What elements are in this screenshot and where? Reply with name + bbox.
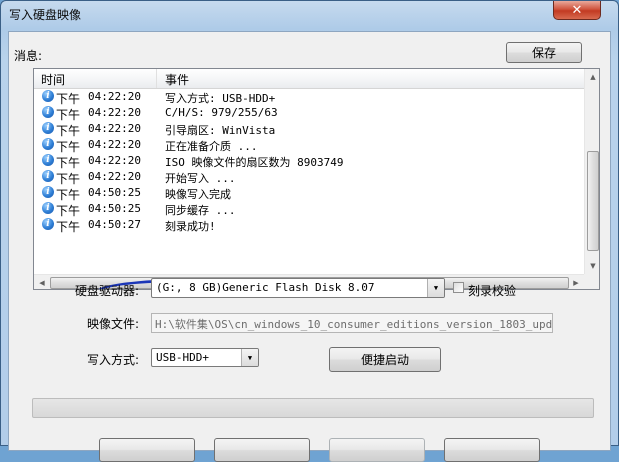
log-row[interactable]: i 下午 04:22:20 开始写入 ... <box>34 169 584 186</box>
log-row[interactable]: i 下午 04:50:25 同步缓存 ... <box>34 201 584 218</box>
log-event: 开始写入 ... <box>165 172 236 185</box>
log-event: ISO 映像文件的扇区数为 8903749 <box>165 156 344 169</box>
image-file-label: 映像文件: <box>87 317 140 331</box>
info-icon: i <box>42 106 54 118</box>
dialog-client-area: 消息: 保存 时间 事件 i 下午 04:22:20 写入方式: USB-HDD+ i 下… <box>8 31 611 462</box>
vertical-scrollbar[interactable]: ▲ ▼ <box>584 69 599 274</box>
vertical-scroll-thumb[interactable] <box>587 151 599 251</box>
drive-select-value: (G:, 8 GB)Generic Flash Disk 8.07 <box>156 281 375 294</box>
log-rows: i 下午 04:22:20 写入方式: USB-HDD+ i 下午 04:22:20 C/H/… <box>34 89 584 234</box>
quick-boot-button[interactable]: 便捷启动 <box>329 347 441 372</box>
info-icon: i <box>42 90 54 102</box>
bottom-button-4[interactable] <box>444 438 540 462</box>
column-header-time[interactable]: 时间 <box>41 71 65 88</box>
scroll-down-icon[interactable]: ▼ <box>585 258 599 274</box>
log-time: 04:22:20 <box>88 170 141 183</box>
log-time: 04:22:20 <box>88 122 141 135</box>
scroll-up-icon[interactable]: ▲ <box>585 69 599 85</box>
scroll-left-icon[interactable]: ◀ <box>34 275 50 289</box>
log-event: 写入方式: USB-HDD+ <box>165 92 276 105</box>
log-row[interactable]: i 下午 04:22:20 引导扇区: WinVista <box>34 121 584 138</box>
column-header-event[interactable]: 事件 <box>165 71 189 88</box>
close-button[interactable]: ✕ <box>553 1 601 20</box>
info-icon: i <box>42 154 54 166</box>
window-title: 写入硬盘映像 <box>9 8 82 22</box>
log-event: 同步缓存 ... <box>165 204 236 217</box>
column-separator[interactable] <box>156 69 157 88</box>
write-mode-select[interactable]: USB-HDD+ ▼ <box>151 348 259 367</box>
info-icon: i <box>42 170 54 182</box>
drive-select[interactable]: (G:, 8 GB)Generic Flash Disk 8.07 ▼ <box>151 278 445 298</box>
log-time: 04:22:20 <box>88 138 141 151</box>
info-icon: i <box>42 122 54 134</box>
log-row[interactable]: i 下午 04:22:20 写入方式: USB-HDD+ <box>34 89 584 106</box>
log-time: 04:22:20 <box>88 154 141 167</box>
log-time: 04:50:25 <box>88 186 141 199</box>
write-mode-label: 写入方式: <box>87 353 140 367</box>
chevron-down-icon[interactable]: ▼ <box>241 349 258 366</box>
progress-bar <box>32 398 594 418</box>
log-row[interactable]: i 下午 04:22:20 正在准备介质 ... <box>34 137 584 154</box>
log-row[interactable]: i 下午 04:50:27 刻录成功! <box>34 217 584 234</box>
log-time: 04:50:25 <box>88 202 141 215</box>
messages-label: 消息: <box>14 49 43 63</box>
write-mode-value: USB-HDD+ <box>156 351 209 364</box>
log-event: 刻录成功! <box>165 220 216 233</box>
info-icon: i <box>42 138 54 150</box>
log-time: 04:22:20 <box>88 90 141 103</box>
bottom-button-1[interactable] <box>99 438 195 462</box>
info-icon: i <box>42 202 54 214</box>
info-icon: i <box>42 186 54 198</box>
save-button[interactable]: 保存 <box>506 42 582 63</box>
drive-label: 硬盘驱动器: <box>75 284 140 298</box>
bottom-button-2[interactable] <box>214 438 310 462</box>
log-row[interactable]: i 下午 04:22:20 ISO 映像文件的扇区数为 8903749 <box>34 153 584 170</box>
log-ampm: 下午 <box>56 220 81 234</box>
message-log[interactable]: 时间 事件 i 下午 04:22:20 写入方式: USB-HDD+ i 下午 04:22:… <box>33 68 600 290</box>
info-icon: i <box>42 218 54 230</box>
log-time: 04:22:20 <box>88 106 141 119</box>
log-time: 04:50:27 <box>88 218 141 231</box>
log-event: C/H/S: 979/255/63 <box>165 106 278 119</box>
verify-checkbox[interactable] <box>453 282 464 293</box>
chevron-down-icon[interactable]: ▼ <box>427 279 444 297</box>
log-event: 正在准备介质 ... <box>165 140 258 153</box>
log-row[interactable]: i 下午 04:50:25 映像写入完成 <box>34 185 584 202</box>
log-row[interactable]: i 下午 04:22:20 C/H/S: 979/255/63 <box>34 105 584 122</box>
scroll-right-icon[interactable]: ▶ <box>568 275 584 289</box>
close-icon: ✕ <box>571 2 583 18</box>
log-header: 时间 事件 <box>34 69 584 89</box>
verify-label[interactable]: 刻录校验 <box>468 282 516 299</box>
scrollbar-corner <box>584 274 599 289</box>
bottom-button-3[interactable] <box>329 438 425 462</box>
image-file-field[interactable]: H:\软件集\OS\cn_windows_10_consumer_edition… <box>151 313 553 333</box>
log-event: 引导扇区: WinVista <box>165 124 276 137</box>
log-event: 映像写入完成 <box>165 188 231 201</box>
dialog-window: 写入硬盘映像 ✕ 消息: 保存 时间 事件 i 下午 04:22:20 写入方式: U… <box>0 0 619 462</box>
